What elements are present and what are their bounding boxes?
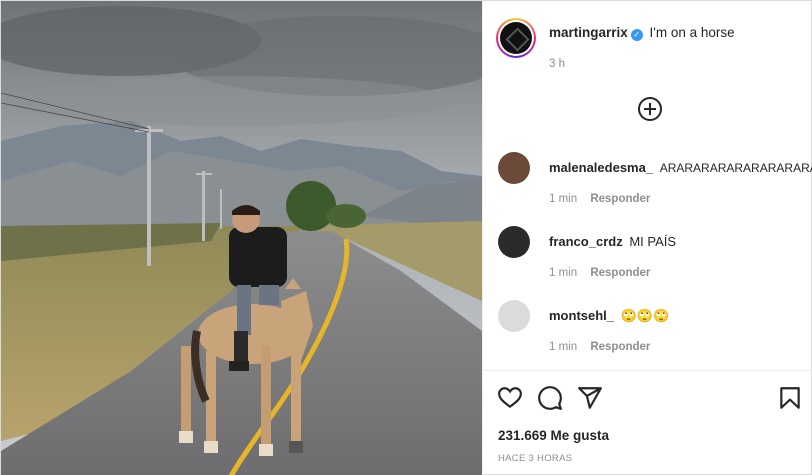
- verified-badge-icon: ✓: [630, 29, 643, 41]
- post-modal: martingarrix ✓ I'm on a horse 3 h malenal…: [0, 0, 812, 475]
- comment-time[interactable]: 1 min: [549, 267, 577, 279]
- post-time[interactable]: 3 h: [549, 58, 565, 70]
- comment-text-line: montsehl_ 🙄🙄🙄: [549, 308, 669, 324]
- comment-icon[interactable]: [537, 385, 563, 411]
- comment-body: MI PAÍS: [629, 234, 677, 249]
- author-avatar[interactable]: [496, 18, 536, 58]
- comment-meta: 1 min Responder: [549, 341, 650, 353]
- like-count[interactable]: 231.669 Me gusta: [498, 428, 609, 443]
- comment-meta: 1 min Responder: [549, 193, 650, 205]
- reply-button[interactable]: Responder: [590, 193, 650, 205]
- caption-text: I'm on a horse: [649, 25, 735, 40]
- commenter-avatar[interactable]: [498, 152, 530, 184]
- action-bar: 231.669 Me gusta HACE 3 HORAS: [483, 370, 812, 475]
- send-icon[interactable]: [577, 385, 603, 411]
- comment-time[interactable]: 1 min: [549, 341, 577, 353]
- reply-button[interactable]: Responder: [590, 341, 650, 353]
- comment-item: montsehl_ 🙄🙄🙄 1 min Responder: [483, 300, 812, 370]
- commenter-username[interactable]: franco_crdz: [549, 234, 623, 249]
- posted-ago[interactable]: HACE 3 HORAS: [498, 453, 572, 464]
- reply-button[interactable]: Responder: [590, 267, 650, 279]
- heart-icon[interactable]: [497, 385, 523, 411]
- author-username[interactable]: martingarrix: [549, 25, 628, 40]
- comment-text-line: franco_crdz MI PAÍS: [549, 234, 676, 249]
- comment-item: franco_crdz MI PAÍS 1 min Responder: [483, 226, 812, 296]
- add-comment-icon[interactable]: [638, 97, 662, 121]
- comment-text-line: malenaledesma_ ARARARARARARARARARAR: [549, 160, 812, 175]
- post-photo[interactable]: [1, 1, 482, 475]
- post-panel: martingarrix ✓ I'm on a horse 3 h malenal…: [482, 1, 812, 475]
- commenter-username[interactable]: malenaledesma_: [549, 160, 653, 175]
- commenter-username[interactable]: montsehl_: [549, 308, 614, 323]
- comment-time[interactable]: 1 min: [549, 193, 577, 205]
- commenter-avatar[interactable]: [498, 300, 530, 332]
- comment-item: malenaledesma_ ARARARARARARARARARAR 1 mi…: [483, 152, 812, 222]
- post-header: martingarrix ✓ I'm on a horse 3 h: [483, 1, 812, 141]
- commenter-avatar[interactable]: [498, 226, 530, 258]
- comment-meta: 1 min Responder: [549, 267, 650, 279]
- bookmark-icon[interactable]: [777, 385, 803, 411]
- horse-road-photo: [1, 1, 482, 475]
- comment-body: 🙄🙄🙄: [620, 308, 670, 323]
- caption-line: martingarrix ✓ I'm on a horse: [549, 25, 735, 41]
- comment-body: ARARARARARARARARARAR: [659, 161, 812, 175]
